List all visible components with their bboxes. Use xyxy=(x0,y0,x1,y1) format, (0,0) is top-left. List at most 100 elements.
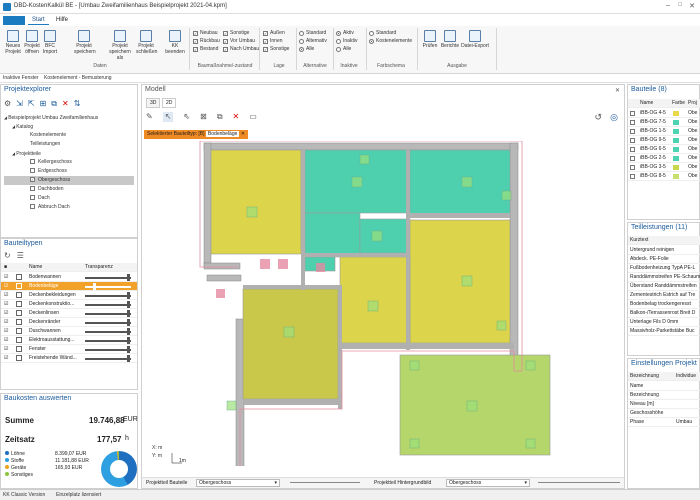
settings-icon[interactable]: ⚙ xyxy=(4,99,11,109)
teilleistung-row[interactable]: Untergrund reinigen xyxy=(628,246,700,255)
refresh-icon[interactable]: ↻ xyxy=(4,251,11,260)
split-icon[interactable]: ⊠ xyxy=(200,112,207,122)
radio-option[interactable]: Inaktiv xyxy=(336,37,368,45)
checkbox-icon[interactable] xyxy=(630,174,635,179)
delete-icon[interactable]: ✕ xyxy=(233,112,240,122)
teilleistung-row[interactable]: Zementestrich Estrich auf Tre xyxy=(628,291,700,300)
room-schlafen[interactable] xyxy=(242,288,339,400)
teilleistung-row[interactable]: Fußbodenheizung TypA PE-L xyxy=(628,264,700,273)
bauteiltyp-row[interactable]: ☑ Freistehende Wänd... xyxy=(1,354,137,363)
ribbon-button[interactable]: Projekt öffnen xyxy=(22,30,42,55)
slider-thumb[interactable] xyxy=(93,283,96,290)
teilleistung-row[interactable]: Randdämmstreifen PE-Schaum xyxy=(628,273,700,282)
checkbox-icon[interactable]: ☑ xyxy=(4,336,8,344)
einstellung-row[interactable]: Phase Umbau xyxy=(628,418,700,427)
tree-part-item[interactable]: Dachboden xyxy=(4,185,134,194)
ribbon-button[interactable]: KK beenden xyxy=(165,30,185,55)
bauteiltyp-row[interactable]: ☑ Deckenränder xyxy=(1,318,137,327)
transparency-slider[interactable] xyxy=(85,304,131,306)
checkbox-icon[interactable]: ☑ xyxy=(4,282,8,290)
export-icon[interactable]: ⇲ xyxy=(16,99,23,109)
tab-2d[interactable]: 2D xyxy=(162,98,177,108)
ribbon-button[interactable]: Datei-Export xyxy=(460,30,490,49)
transparency-slider[interactable] xyxy=(85,322,131,324)
bauteil-row[interactable]: iBB-OG 3-5 Obe xyxy=(628,163,700,172)
bauteil-row[interactable]: iBB-OG 4-5 Obe xyxy=(628,109,700,118)
tab-hilfe[interactable]: Hilfe xyxy=(52,16,72,24)
ribbon-button[interactable]: Projekt speichern als xyxy=(106,30,134,61)
checkbox-icon[interactable]: ☑ xyxy=(4,300,8,308)
slider-thumb[interactable] xyxy=(127,319,130,326)
move-icon[interactable]: ⇅ xyxy=(74,99,81,109)
breadcrumb-item[interactable]: Inaktive Fenster xyxy=(3,75,39,81)
bauteiltyp-row[interactable]: ☑ Bodenbeläge xyxy=(1,282,137,291)
close-icon[interactable]: ✕ xyxy=(689,2,695,10)
ribbon-button[interactable]: Projekt speichern xyxy=(74,30,96,55)
undo-icon[interactable]: ↺ xyxy=(594,112,602,123)
ribbon-button[interactable]: Berichte xyxy=(440,30,460,49)
bauteil-row[interactable]: iBB-OG 9-5 Obe xyxy=(628,136,700,145)
slider-track[interactable] xyxy=(538,482,620,483)
room-essen[interactable] xyxy=(339,256,411,344)
teilleistung-row[interactable]: Überstand Randdämmstreifen xyxy=(628,282,700,291)
bauteil-row[interactable]: iBB-OG 7-5 Obe xyxy=(628,118,700,127)
slider-thumb[interactable] xyxy=(127,355,130,362)
bauteiltyp-row[interactable]: ☑ Elektroausstattung... xyxy=(1,336,137,345)
new-item-icon[interactable]: ⊞ xyxy=(40,99,47,109)
clear-selection-icon[interactable]: ✕ xyxy=(241,131,245,137)
checkbox-icon[interactable] xyxy=(30,168,35,174)
tab-start[interactable]: Start xyxy=(28,16,49,25)
radio-option[interactable]: Kostenelemente xyxy=(369,37,419,45)
room-wohnen[interactable] xyxy=(409,219,511,344)
import-icon[interactable]: ⇱ xyxy=(28,99,35,109)
tab-3d[interactable]: 3D xyxy=(146,98,161,108)
teilleistung-row[interactable]: Abdeck. PE-Folie xyxy=(628,255,700,264)
checkbox-icon[interactable] xyxy=(30,186,35,192)
ribbon-button[interactable]: Prüfen xyxy=(420,30,440,49)
select-all-checkbox[interactable]: ■ xyxy=(4,263,7,271)
checkbox-icon[interactable]: ✓ xyxy=(30,177,35,183)
checkbox-icon[interactable] xyxy=(30,159,35,165)
bauteil-row[interactable]: iBB-OG 1-5 Obe xyxy=(628,127,700,136)
checkbox-icon[interactable] xyxy=(630,138,635,143)
checkbox-option[interactable]: ✓ Vor Umbau xyxy=(223,37,263,45)
transparency-slider[interactable] xyxy=(85,349,131,351)
teilleistung-row[interactable]: Massivholz-Parkettstäbe Buc xyxy=(628,327,700,336)
multi-select-icon[interactable]: ⇖ xyxy=(183,112,190,122)
einstellung-row[interactable]: Niveau [m] xyxy=(628,400,700,409)
checkbox-icon[interactable] xyxy=(630,120,635,125)
checkbox-icon[interactable]: ☑ xyxy=(4,309,8,317)
bauteil-row[interactable]: iBB-OG 2-5 Obe xyxy=(628,154,700,163)
einstellung-value[interactable]: Umbau xyxy=(676,418,692,426)
checkbox-icon[interactable]: ☑ xyxy=(4,291,8,299)
breadcrumb-item[interactable]: Kostenelement - Bemusterung xyxy=(44,75,112,81)
slider-thumb[interactable] xyxy=(127,328,130,335)
ribbon-button[interactable]: Neues Projekt xyxy=(3,30,23,55)
checkbox-option[interactable]: ✓ Innen xyxy=(263,37,303,45)
checkbox-icon[interactable] xyxy=(630,165,635,170)
slider-thumb[interactable] xyxy=(127,301,130,308)
transparency-slider[interactable] xyxy=(85,331,131,333)
checkbox-icon[interactable] xyxy=(630,129,635,134)
slider-thumb[interactable] xyxy=(127,292,130,299)
select-cursor-icon[interactable]: ↖ xyxy=(162,112,174,122)
file-menu-button[interactable] xyxy=(3,16,25,25)
checkbox-icon[interactable] xyxy=(630,156,635,161)
checkbox-icon[interactable] xyxy=(630,147,635,152)
bauteiltyp-row[interactable]: ☑ Fenster xyxy=(1,345,137,354)
checkbox-option[interactable]: ✓ Sonstige xyxy=(223,29,263,37)
projektteil-select[interactable]: Obergeschoss ▾ xyxy=(196,479,280,487)
transparency-slider[interactable] xyxy=(85,313,131,315)
ribbon-button[interactable]: Projekt schließen xyxy=(136,30,157,55)
einstellung-row[interactable]: Bezeichnung xyxy=(628,391,700,400)
minimize-icon[interactable]: – xyxy=(666,2,670,9)
bauteiltyp-row[interactable]: ☑ Duschwannen xyxy=(1,327,137,336)
tree-projektteile[interactable]: ◢ Projektteile xyxy=(4,149,134,158)
bauteiltyp-row[interactable]: ☑ Deckenlinsen xyxy=(1,309,137,318)
teilleistung-row[interactable]: Bodenbelag trockengeresst xyxy=(628,300,700,309)
pencil-icon[interactable]: ✎ xyxy=(146,112,153,122)
checkbox-icon[interactable] xyxy=(30,204,35,210)
delete-icon[interactable]: ✕ xyxy=(62,99,69,109)
teilleistung-row[interactable]: Balkon-/Terrassenrost Breit D xyxy=(628,309,700,318)
copy-icon[interactable]: ⧉ xyxy=(51,99,57,109)
